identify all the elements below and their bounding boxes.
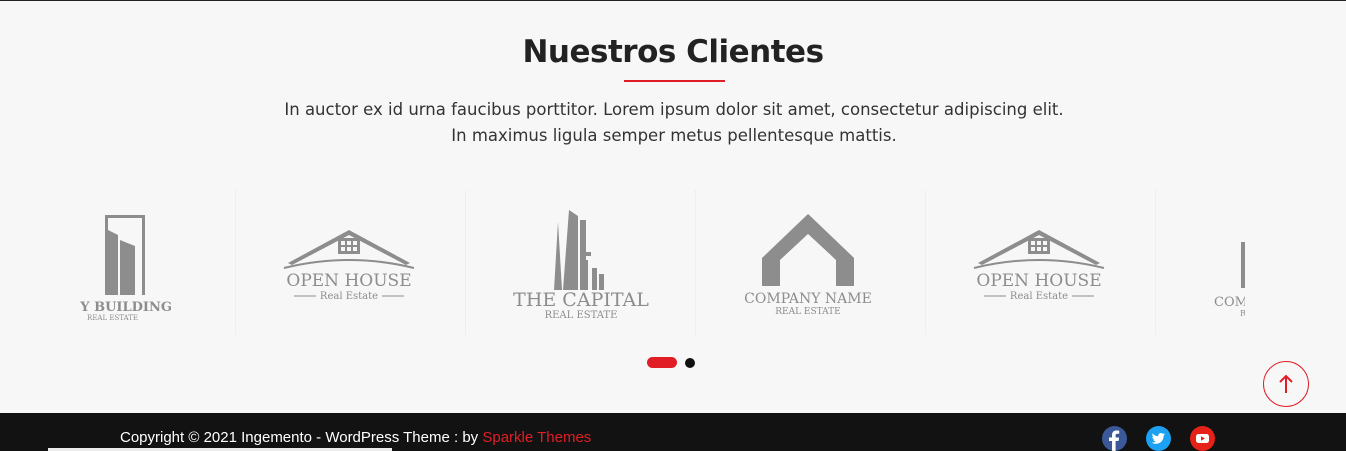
- title-underline: [624, 80, 725, 82]
- building-logo-icon: Y BUILDING REAL ESTATE: [79, 215, 172, 322]
- site-footer: Copyright © 2021 Ingemento - WordPress T…: [0, 413, 1346, 451]
- client-name: Y BUILDING: [79, 300, 172, 315]
- section-description: In auctor ex id urna faucibus porttitor.…: [284, 100, 1064, 145]
- client-logo[interactable]: THE CAPITAL REAL ESTATE: [465, 190, 695, 335]
- facebook-icon: [1109, 430, 1120, 451]
- client-name: COMPANY NAME: [744, 291, 872, 307]
- house-roof-logo-icon: OPEN HOUSE Real Estate: [973, 230, 1105, 302]
- client-logo[interactable]: COM R: [1155, 190, 1245, 335]
- tower-logo-icon: COM R: [1214, 242, 1245, 318]
- clients-carousel[interactable]: Y BUILDING REAL ESTATE OPEN HOUSE Real E…: [55, 190, 1245, 335]
- back-to-top-button[interactable]: [1263, 361, 1309, 407]
- carousel-dot[interactable]: [685, 358, 695, 368]
- client-logo[interactable]: OPEN HOUSE Real Estate: [925, 190, 1155, 335]
- arrow-up-icon: [1279, 374, 1293, 393]
- client-subtitle: Real Estate: [320, 291, 378, 302]
- client-subtitle: REAL ESTATE: [545, 310, 618, 321]
- twitter-icon: [1151, 433, 1165, 444]
- carousel-dot-active[interactable]: [647, 357, 677, 368]
- client-subtitle: REAL ESTATE: [87, 314, 138, 322]
- facebook-link[interactable]: [1102, 426, 1127, 451]
- client-subtitle: Real Estate: [1010, 291, 1068, 302]
- client-logo[interactable]: OPEN HOUSE Real Estate: [235, 190, 465, 335]
- top-border: [0, 0, 1346, 1]
- client-name: THE CAPITAL: [513, 289, 649, 311]
- twitter-link[interactable]: [1146, 426, 1171, 451]
- client-subtitle: R: [1240, 309, 1245, 318]
- client-name: OPEN HOUSE: [286, 271, 411, 291]
- roof-chevron-logo-icon: COMPANY NAME REAL ESTATE: [744, 214, 872, 317]
- copyright-text: Copyright © 2021 Ingemento - WordPress T…: [120, 429, 591, 446]
- credit-link[interactable]: Sparkle Themes: [482, 429, 591, 446]
- youtube-icon: [1196, 434, 1209, 443]
- youtube-link[interactable]: [1190, 426, 1215, 451]
- client-logo[interactable]: Y BUILDING REAL ESTATE: [55, 190, 220, 335]
- section-title: Nuestros Clientes: [522, 34, 824, 70]
- client-name: COM: [1214, 295, 1245, 310]
- client-logo[interactable]: COMPANY NAME REAL ESTATE: [695, 190, 925, 335]
- client-subtitle: REAL ESTATE: [775, 307, 841, 317]
- copyright-prefix: Copyright © 2021 Ingemento - WordPress T…: [120, 429, 483, 446]
- client-name: OPEN HOUSE: [976, 271, 1101, 291]
- house-roof-logo-icon: OPEN HOUSE Real Estate: [283, 230, 415, 302]
- skyscraper-logo-icon: THE CAPITAL REAL ESTATE: [513, 210, 649, 321]
